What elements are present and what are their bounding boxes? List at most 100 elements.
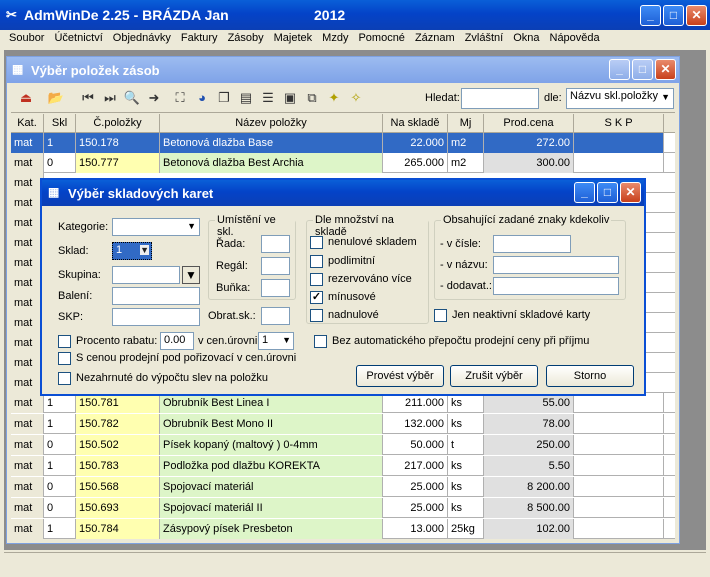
col-header-skp[interactable]: S K P [574,114,664,133]
table-row[interactable]: mat 0 150.568 Spojovací materiál 25.000 ks 8 2… [11,477,675,497]
menu-napoveda[interactable]: Nápověda [545,30,605,46]
cen-uroven-value: 1 [262,334,269,346]
first-record-icon[interactable]: ⏮ [79,89,97,107]
chevron-down-icon[interactable]: ▼ [187,221,196,231]
last-record-icon[interactable]: ⏭ [101,89,119,107]
cell-na-sklade: 25.000 [383,477,448,497]
col-header-nazev[interactable]: Název položky [160,114,383,133]
menu-faktury[interactable]: Faktury [176,30,223,46]
col-header-prod-cena[interactable]: Prod.cena [484,114,574,133]
regal-input[interactable] [261,257,290,275]
filter-icon[interactable]: ✦ [325,89,343,107]
menu-okna[interactable]: Okna [508,30,544,46]
minimize-icon[interactable]: _ [640,5,661,26]
child-close-icon[interactable]: ✕ [655,59,676,80]
skupina-input[interactable] [112,266,180,284]
cell-cislo: 150.502 [76,435,160,455]
menu-soubor[interactable]: Soubor [4,30,49,46]
menu-objednavky[interactable]: Objednávky [108,30,176,46]
cell-nazev: Zásypový písek Presbeton [160,519,383,539]
list-icon[interactable]: ☰ [259,89,277,107]
table-row[interactable]: mat 0 150.693 Spojovací materiál II 25.000 ks… [11,498,675,518]
table-row[interactable]: mat 1 150.781 Obrubník Best Linea I 211.000 k… [11,393,675,413]
dialog-maximize-icon[interactable]: □ [597,182,618,203]
menu-majetek[interactable]: Majetek [269,30,318,46]
exit-icon[interactable]: ⏏ [17,89,35,107]
skupina-dropdown-icon[interactable]: ▼ [182,266,200,284]
copy-icon[interactable]: ❐ [215,89,233,107]
arrow-right-icon[interactable]: ➜ [145,89,163,107]
filter-clear-icon[interactable]: ✧ [347,89,365,107]
sklad-select[interactable]: 1 ▼ [112,242,152,260]
table-row[interactable]: mat 0 150.502 Písek kopaný (maltový ) 0-4mm… [11,435,675,455]
chevron-down-icon[interactable]: ▼ [282,335,291,345]
col-header-kat[interactable]: Kat. [11,114,44,133]
dodavat-label: - dodavat.: [440,280,492,292]
obrat-input[interactable] [261,307,290,325]
bunka-input[interactable] [261,279,290,297]
open-folder-icon[interactable]: 📂 [47,89,65,107]
cell-mj: ks [448,456,484,476]
cell-kat: mat [11,393,44,413]
search-input[interactable] [461,88,539,109]
table-row[interactable]: mat 1 150.178 Betonová dlažba Base 22.00… [11,133,675,153]
nezahrnute-checkbox[interactable] [58,372,71,385]
bez-prepoctu-checkbox[interactable] [314,335,327,348]
nenulove-checkbox[interactable] [310,236,323,249]
provest-vyber-button[interactable]: Provést výběr [356,365,444,387]
windows-icon[interactable]: ⧉ [303,89,321,107]
chevron-down-icon[interactable]: ▼ [661,92,670,102]
menu-pomocne[interactable]: Pomocné [353,30,409,46]
s-cenou-checkbox[interactable] [58,352,71,365]
neaktivni-checkbox[interactable] [434,309,447,322]
kategorie-select[interactable]: ▼ [112,218,200,236]
storno-button[interactable]: Storno [546,365,634,387]
table-icon[interactable]: ▤ [237,89,255,107]
podlimitni-checkbox[interactable] [310,255,323,268]
child-maximize-icon[interactable]: □ [632,59,653,80]
cell-cislo: 150.781 [76,393,160,413]
maximize-icon[interactable]: □ [663,5,684,26]
cell-prod-cena: 8 200.00 [484,477,574,497]
chevron-down-icon[interactable]: ▼ [140,245,149,255]
cen-uroven-select[interactable]: 1 ▼ [258,332,294,350]
skp-input[interactable] [112,308,200,326]
procento-input[interactable]: 0.00 [160,332,194,350]
dialog-close-icon[interactable]: ✕ [620,182,641,203]
col-header-na-sklade[interactable]: Na skladě [383,114,448,133]
table-row[interactable]: mat 1 150.784 Zásypový písek Presbeton 13.00… [11,519,675,539]
minusove-checkbox[interactable]: ✓ [310,291,323,304]
v-cisle-input[interactable] [493,235,571,253]
child-minimize-icon[interactable]: _ [609,59,630,80]
close-icon[interactable]: ✕ [686,5,707,26]
col-header-cislo[interactable]: Č.položky [76,114,160,133]
cell-skp [574,393,664,413]
zrusit-vyber-button[interactable]: Zrušit výběr [450,365,538,387]
table-row[interactable]: mat 1 150.782 Obrubník Best Mono II 132.000 k… [11,414,675,434]
document-icon[interactable]: ▣ [281,89,299,107]
select-area-icon[interactable]: ⛶ [171,89,189,107]
col-header-skl[interactable]: Skl [44,114,76,133]
table-row[interactable]: mat 0 150.777 Betonová dlažba Best Archi… [11,153,675,173]
menu-mzdy[interactable]: Mzdy [317,30,353,46]
baleni-input[interactable] [112,287,200,305]
chart-icon[interactable]: ◕ [193,89,211,107]
menu-zvlastni[interactable]: Zvláštní [460,30,509,46]
v-nazvu-input[interactable] [493,256,619,274]
cell-skp [574,498,664,518]
dialog-minimize-icon[interactable]: _ [574,182,595,203]
search-by-label: dle: [544,92,562,104]
col-header-mj[interactable]: Mj [448,114,484,133]
menu-zaznam[interactable]: Záznam [410,30,460,46]
rezervovano-checkbox[interactable] [310,273,323,286]
procento-checkbox[interactable] [58,335,71,348]
search-by-select[interactable]: Názvu skl.položky ▼ [566,88,674,109]
rada-input[interactable] [261,235,290,253]
nadnulove-checkbox[interactable] [310,309,323,322]
table-row[interactable]: mat 1 150.783 Podložka pod dlažbu KOREKTA 21… [11,456,675,476]
menu-ucetnictvi[interactable]: Účetnictví [49,30,107,46]
dodavat-input[interactable] [493,277,619,295]
search-icon[interactable]: 🔍 [123,89,141,107]
menu-zasoby[interactable]: Zásoby [223,30,269,46]
window-icon: ▦ [12,62,24,76]
